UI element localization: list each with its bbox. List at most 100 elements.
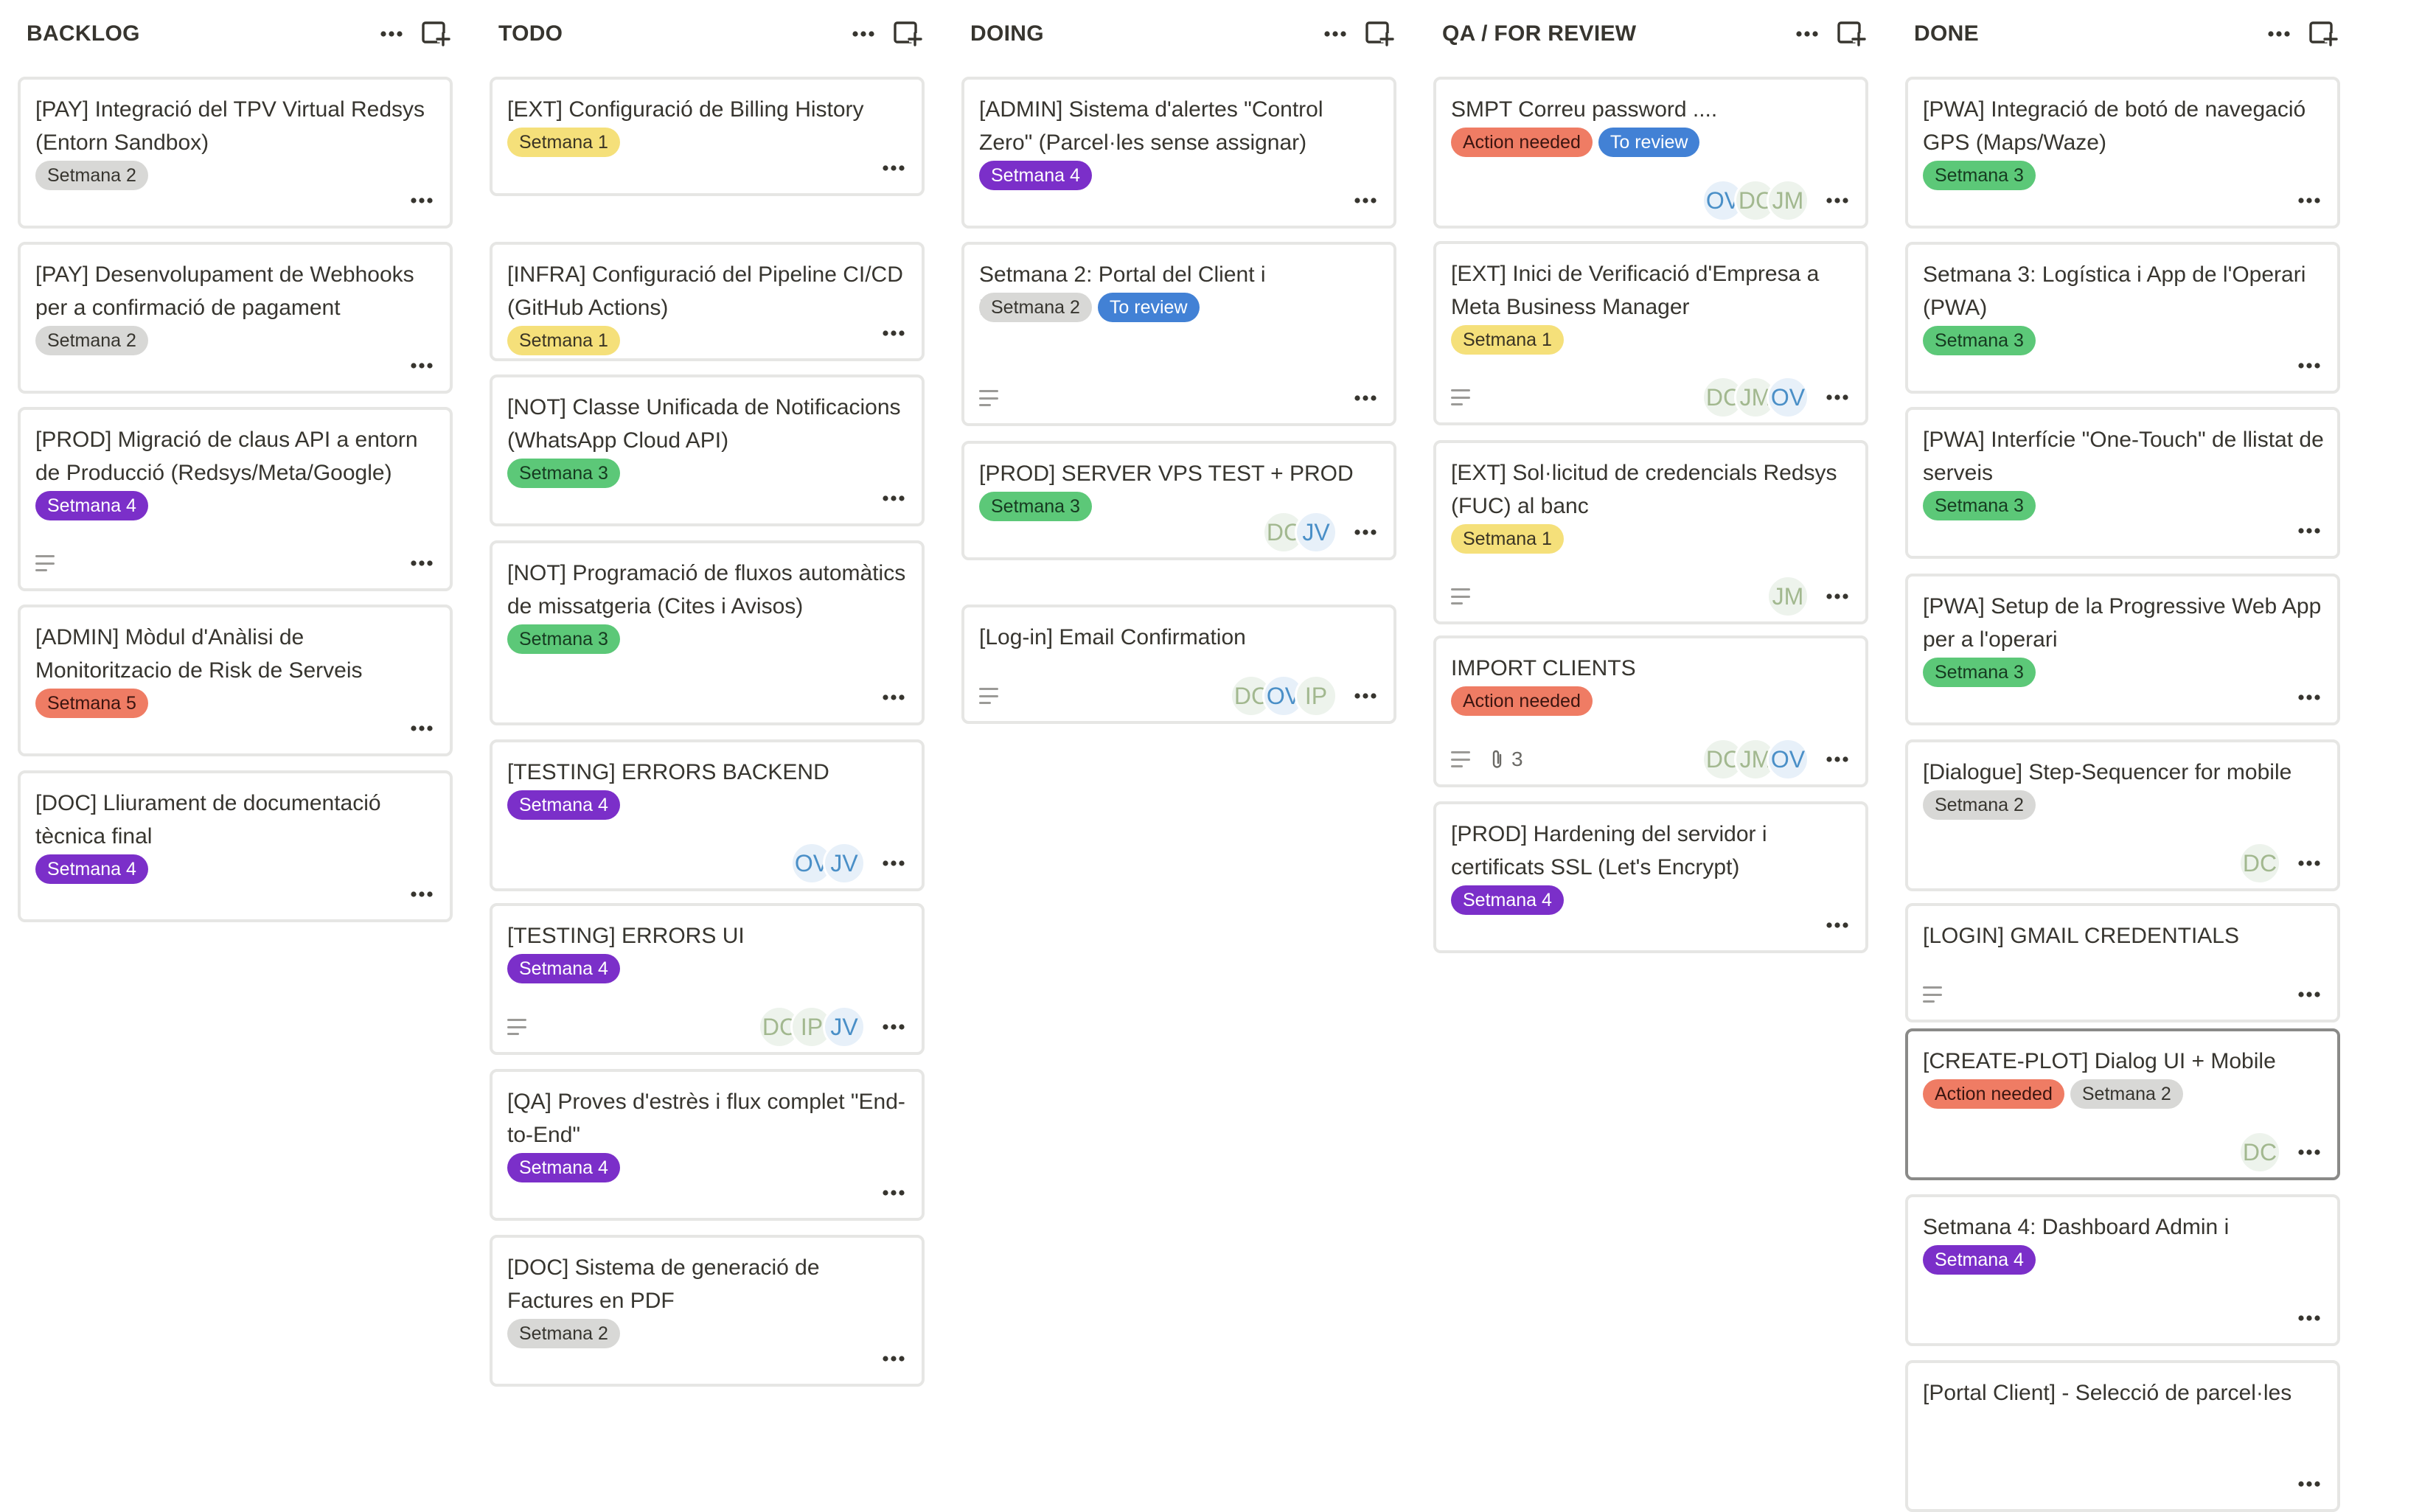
card-more-icon[interactable] [2294, 1469, 2324, 1499]
avatar[interactable]: DC [2238, 1131, 2281, 1174]
card-tags: Setmana 1 [1451, 524, 1564, 554]
column-more-icon[interactable] [375, 17, 408, 51]
avatar[interactable]: OV [1767, 376, 1809, 419]
add-card-icon[interactable] [1834, 17, 1868, 51]
column-more-icon[interactable] [1790, 17, 1824, 51]
card-more-icon[interactable] [879, 1178, 908, 1208]
column-more-icon[interactable] [1318, 17, 1352, 51]
description-icon [1451, 588, 1472, 605]
tag-setmana-4: Setmana 4 [507, 954, 620, 983]
card-more-icon[interactable] [407, 186, 436, 215]
card-more-icon[interactable] [2294, 516, 2324, 546]
task-card[interactable]: Setmana 2: Portal del Client i Pagaments… [961, 242, 1396, 426]
task-card[interactable]: [NOT] Classe Unificada de Notificacions … [490, 374, 925, 526]
card-more-icon[interactable] [2294, 849, 2324, 878]
task-card[interactable]: Setmana 4: Dashboard Admin i ProduccióSe… [1905, 1194, 2340, 1346]
card-more-icon[interactable] [2294, 1303, 2324, 1333]
task-card[interactable]: [EXT] Inici de Verificació d'Empresa a M… [1433, 241, 1868, 425]
card-more-icon[interactable] [407, 714, 436, 743]
assignee-avatars: DC IP JV [758, 1006, 866, 1048]
card-more-icon[interactable] [2294, 683, 2324, 712]
task-card[interactable]: [QA] Proves d'estrès i flux complet "End… [490, 1069, 925, 1221]
card-more-icon[interactable] [879, 318, 908, 348]
card-more-icon[interactable] [1823, 910, 1852, 940]
card-title: [ADMIN] Mòdul d'Anàlisi de Monitoritzaci… [35, 625, 363, 683]
task-card[interactable]: [INFRA] Configuració del Pipeline CI/CD … [490, 242, 925, 361]
column-more-icon[interactable] [2262, 17, 2296, 51]
task-card[interactable]: [PWA] Interfície "One-Touch" de llistat … [1905, 407, 2340, 559]
task-card[interactable]: [PAY] Integració del TPV Virtual Redsys … [18, 77, 453, 229]
card-more-icon[interactable] [879, 849, 908, 878]
add-card-icon[interactable] [419, 17, 453, 51]
task-card[interactable]: [PROD] SERVER VPS TEST + PROD Setmana 3 DC… [961, 441, 1396, 560]
avatar[interactable]: IP [1295, 675, 1337, 717]
task-card[interactable]: [NOT] Programació de fluxos automàtics d… [490, 540, 925, 725]
card-more-icon[interactable] [879, 1012, 908, 1042]
card-more-icon[interactable] [879, 683, 908, 712]
column-title: BACKLOG [27, 21, 140, 46]
task-card[interactable]: [LOGIN] GMAIL CREDENTIALS [1905, 903, 2340, 1022]
card-more-icon[interactable] [1823, 745, 1852, 774]
card-footer [507, 313, 908, 354]
task-card[interactable]: [DOC] Sistema de generació de Factures e… [490, 1235, 925, 1387]
card-more-icon[interactable] [407, 351, 436, 380]
column-more-icon[interactable] [846, 17, 880, 51]
tag-action-needed: Action needed [1451, 686, 1593, 716]
card-more-icon[interactable] [407, 879, 436, 909]
card-tags: Action needed To review [1451, 128, 1700, 157]
add-card-icon[interactable] [891, 17, 925, 51]
card-more-icon[interactable] [2294, 980, 2324, 1009]
task-card[interactable]: [Dialogue] Step-Sequencer for mobile Setm… [1905, 739, 2340, 891]
task-card[interactable]: [DOC] Lliurament de documentació tècnica… [18, 770, 453, 922]
task-card[interactable]: [PROD] Hardening del servidor i certific… [1433, 801, 1868, 953]
card-footer [979, 180, 1380, 221]
card-more-icon[interactable] [879, 484, 908, 513]
task-card[interactable]: [ADMIN] Sistema d'alertes "Control Zero"… [961, 77, 1396, 229]
task-card[interactable]: [TESTING] ERRORS BACKEND Setmana 4 OV JV [490, 739, 925, 891]
avatar[interactable]: JV [1295, 511, 1337, 554]
task-card[interactable]: [PAY] Desenvolupament de Webhooks per a … [18, 242, 453, 394]
card-more-icon[interactable] [1823, 186, 1852, 215]
avatar[interactable]: OV [1767, 738, 1809, 781]
card-title: [PWA] Integració de botó de navegació GP… [1923, 97, 2306, 155]
card-more-icon[interactable] [1351, 383, 1380, 413]
card-more-icon[interactable] [1823, 582, 1852, 611]
card-tags: Setmana 1 [1451, 325, 1564, 355]
task-card[interactable]: Setmana 3: Logística i App de l'Operari … [1905, 242, 2340, 394]
description-icon [1923, 986, 1943, 1003]
add-card-icon[interactable] [2306, 17, 2340, 51]
task-card[interactable]: IMPORT CLIENTS Action needed 3 DC JM OV [1433, 635, 1868, 787]
avatar[interactable]: JV [823, 1006, 866, 1048]
task-card[interactable]: [ADMIN] Mòdul d'Anàlisi de Monitoritzaci… [18, 605, 453, 756]
task-card[interactable]: [PWA] Setup de la Progressive Web App pe… [1905, 574, 2340, 725]
task-card[interactable]: SMPT Correu password .... Action needed To… [1433, 77, 1868, 229]
card-more-icon[interactable] [2294, 1138, 2324, 1167]
card-more-icon[interactable] [879, 1344, 908, 1373]
avatar[interactable]: JV [823, 842, 866, 885]
card-footer [35, 345, 436, 386]
card-more-icon[interactable] [2294, 351, 2324, 380]
card-more-icon[interactable] [879, 153, 908, 183]
task-card[interactable]: [Portal Client] - Selecció de parcel·les [1905, 1360, 2340, 1512]
task-card[interactable]: [Log-in] Email Confirmation DC OV IP [961, 605, 1396, 724]
card-more-icon[interactable] [1351, 681, 1380, 711]
card-footer: DC OV IP [979, 675, 1380, 717]
avatar[interactable]: JM [1767, 575, 1809, 618]
task-card[interactable]: [PWA] Integració de botó de navegació GP… [1905, 77, 2340, 229]
card-more-icon[interactable] [1351, 186, 1380, 215]
task-card[interactable]: [CREATE-PLOT] Dialog UI + Mobile Action n… [1905, 1028, 2340, 1180]
add-card-icon[interactable] [1363, 17, 1396, 51]
description-icon [507, 1019, 528, 1035]
card-title: SMPT Correu password .... [1451, 97, 1718, 122]
card-more-icon[interactable] [1823, 383, 1852, 412]
card-more-icon[interactable] [1351, 518, 1380, 547]
avatar[interactable]: DC [2238, 842, 2281, 885]
task-card[interactable]: [TESTING] ERRORS UI Setmana 4 DC IP JV [490, 903, 925, 1055]
avatar[interactable]: JM [1767, 179, 1809, 222]
column-qa-for-review: QA / FOR REVIEW SMPT Correu password ....… [1433, 0, 1868, 1384]
task-card[interactable]: [EXT] Configuració de Billing History Set… [490, 77, 925, 196]
task-card[interactable]: [EXT] Sol·licitud de credencials Redsys … [1433, 440, 1868, 624]
task-card[interactable]: [PROD] Migració de claus API a entorn de… [18, 407, 453, 591]
card-more-icon[interactable] [407, 548, 436, 578]
card-more-icon[interactable] [2294, 186, 2324, 215]
